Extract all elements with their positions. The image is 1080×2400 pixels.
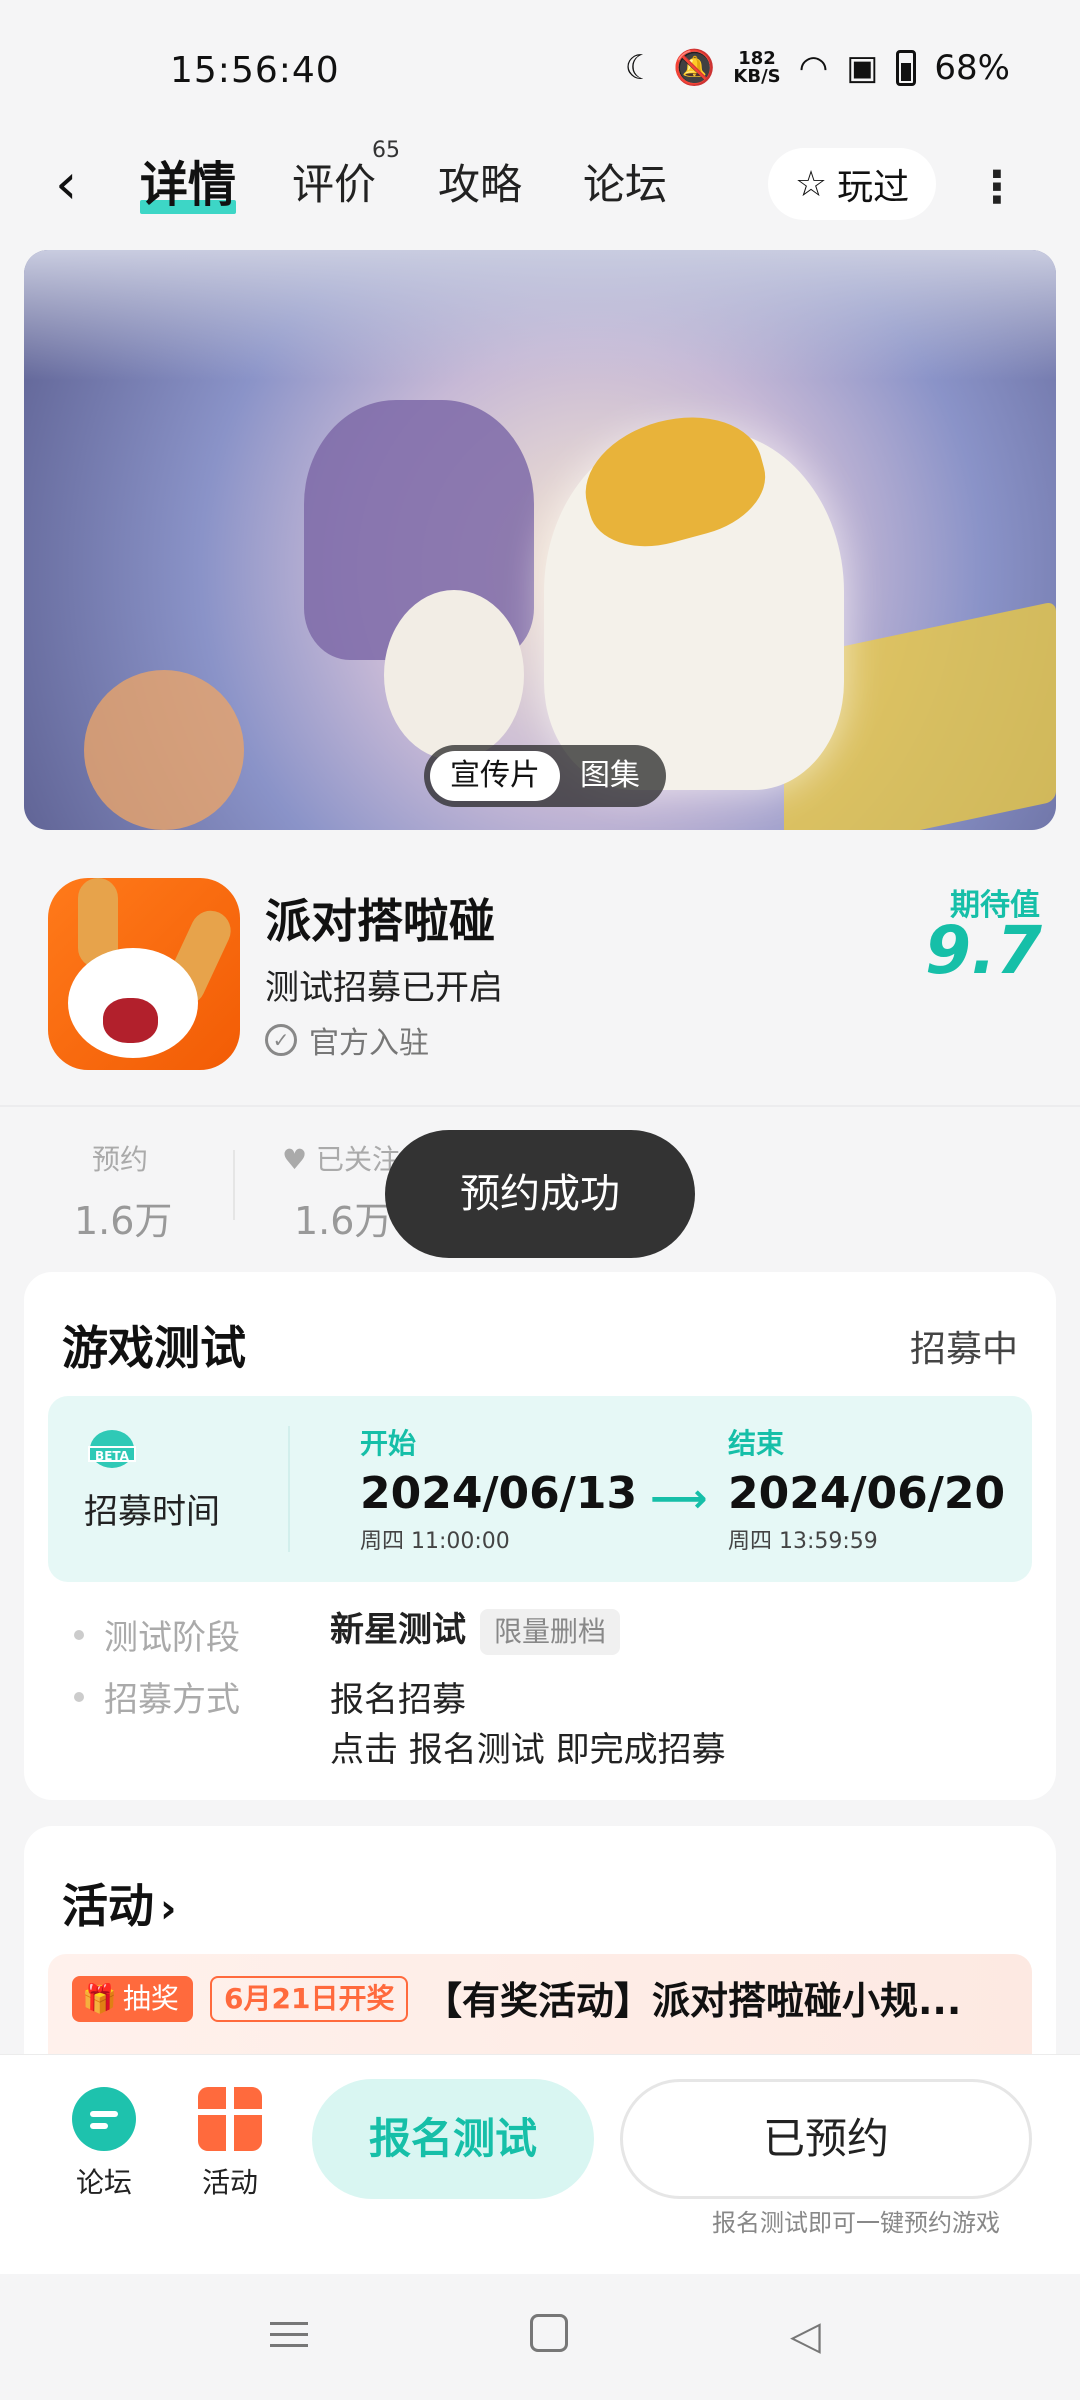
bottom-action-bar: 论坛 活动 报名测试 已预约 报名测试即可一键预约游戏	[0, 2054, 1080, 2274]
media-tab-gallery[interactable]: 图集	[560, 751, 660, 801]
tab-forum[interactable]: 论坛	[583, 150, 667, 220]
official-badge: ✓ 官方入驻	[265, 1018, 429, 1062]
arrow-right-icon: ⟶	[650, 1476, 708, 1522]
tab-reviews[interactable]: 评价	[292, 150, 376, 220]
recent-apps-icon[interactable]	[270, 2314, 314, 2358]
net-speed: 182 KB/S	[733, 48, 781, 87]
battery-icon	[896, 50, 917, 86]
status-bar: 15:56:40 ☾ 🔕 182 KB/S ◠ ▣ 68%	[0, 0, 1080, 130]
bell-off-icon: 🔕	[673, 48, 716, 88]
bottom-forum[interactable]: 论坛	[54, 2087, 154, 2201]
home-icon[interactable]	[530, 2314, 568, 2352]
phase-value: 新星测试 限量删档	[330, 1602, 621, 1655]
method-desc: 点击 报名测试 即完成招募	[330, 1730, 726, 1770]
moon-icon: ☾	[624, 48, 656, 88]
start-time: 开始 2024/06/13 周四 11:00:00	[360, 1427, 638, 1554]
heart-icon: ♥	[282, 1143, 308, 1176]
activity-text: 【有奖活动】派对搭啦碰小规...	[424, 1979, 962, 2023]
reserved-button[interactable]: 已预约	[620, 2079, 1032, 2199]
phase-tag: 限量删档	[480, 1608, 621, 1655]
more-options-icon[interactable]: ⋮	[975, 158, 1019, 218]
gift-icon	[198, 2087, 262, 2151]
forum-icon	[72, 2087, 136, 2151]
review-count: 65	[372, 138, 400, 163]
back-triangle-icon[interactable]: ◁	[790, 2314, 834, 2358]
gift-icon: 🎁	[82, 1982, 117, 2015]
star-icon: ☆	[794, 163, 828, 205]
sim-off-icon: ▣	[846, 48, 879, 88]
divider	[0, 1105, 1080, 1107]
game-info: 派对搭啦碰 测试招募已开启 ✓ 官方入驻 期待值 9.7	[0, 850, 1080, 1090]
expect-score: 9.7	[925, 912, 1042, 989]
beta-icon: BETA	[88, 1420, 136, 1470]
played-button[interactable]: ☆ 玩过	[768, 148, 936, 220]
method-value: 报名招募	[330, 1680, 466, 1720]
game-test-card: 游戏测试 招募中 BETA 招募时间 开始 2024/06/13 周四 11:0…	[24, 1272, 1056, 1800]
recruit-time-box: BETA 招募时间 开始 2024/06/13 周四 11:00:00 ⟶ 结束…	[48, 1396, 1032, 1582]
chevron-right-icon: ›	[160, 1886, 177, 1932]
media-switch: 宣传片 图集	[424, 745, 666, 807]
game-icon	[48, 878, 240, 1070]
stat-follow: ♥ 已关注 1.6万	[282, 1143, 401, 1243]
bottom-activity[interactable]: 活动	[180, 2087, 280, 2201]
status-time: 15:56:40	[170, 50, 340, 91]
game-subtitle: 测试招募已开启	[265, 968, 503, 1008]
activity-title[interactable]: 活动 ›	[62, 1870, 176, 1936]
card-title: 游戏测试	[62, 1321, 246, 1375]
wifi-icon: ◠	[798, 48, 829, 88]
top-nav: ‹ 详情 评价 65 攻略 论坛 ☆ 玩过 ⋮	[0, 130, 1080, 240]
lottery-badge: 🎁 抽奖	[72, 1976, 193, 2022]
tab-details[interactable]: 详情	[140, 150, 237, 220]
status-icons: ☾ 🔕 182 KB/S ◠ ▣ 68%	[625, 48, 1010, 88]
phase-label: 测试阶段	[74, 1610, 240, 1659]
tab-guides[interactable]: 攻略	[438, 150, 522, 220]
media-tab-trailer[interactable]: 宣传片	[430, 751, 560, 801]
signup-test-button[interactable]: 报名测试	[312, 2079, 594, 2199]
toast-message: 预约成功	[385, 1130, 695, 1258]
game-name: 派对搭啦碰	[265, 894, 495, 948]
end-time: 结束 2024/06/20 周四 13:59:59	[728, 1427, 1006, 1554]
recruit-time-label: 招募时间	[84, 1492, 220, 1532]
system-nav-bar: ◁	[0, 2274, 1080, 2400]
back-button[interactable]: ‹	[55, 155, 105, 215]
reserve-hint: 报名测试即可一键预约游戏	[712, 2209, 1000, 2237]
draw-date-badge: 6月21日开奖	[210, 1976, 409, 2022]
stat-reserve: 预约 1.6万	[74, 1143, 173, 1243]
check-circle-icon: ✓	[265, 1024, 297, 1056]
battery-percent: 68%	[934, 48, 1010, 88]
hero-video[interactable]: 宣传片 图集	[24, 250, 1056, 830]
recruit-status: 招募中	[909, 1329, 1018, 1370]
method-label: 招募方式	[74, 1672, 240, 1721]
